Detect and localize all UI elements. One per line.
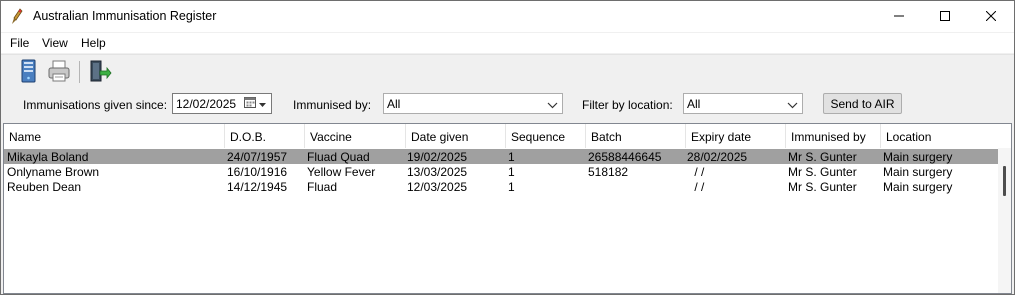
table-header: Name D.O.B. Vaccine Date given Sequence … — [4, 124, 1011, 148]
col-header-sequence[interactable]: Sequence — [506, 124, 586, 148]
immunisations-table: Name D.O.B. Vaccine Date given Sequence … — [3, 123, 1012, 294]
immunised-by-select[interactable]: All — [383, 93, 563, 114]
col-header-dob[interactable]: D.O.B. — [225, 124, 305, 148]
cell-location: Main surgery — [883, 150, 953, 164]
table-row[interactable]: Onlyname Brown 16/10/1916 Yellow Fever 1… — [4, 164, 998, 179]
close-button[interactable] — [968, 1, 1014, 32]
col-header-immunised-by[interactable]: Immunised by — [786, 124, 881, 148]
cell-location: Main surgery — [883, 165, 953, 179]
maximize-button[interactable] — [922, 1, 968, 32]
cell-date-given: 12/03/2025 — [407, 180, 468, 194]
location-value: All — [687, 97, 701, 111]
toolbar-separator — [79, 61, 80, 83]
cell-immunised-by: Mr S. Gunter — [788, 180, 857, 194]
cell-location: Main surgery — [883, 180, 953, 194]
since-date-picker[interactable]: 12/02/2025 — [172, 93, 272, 114]
title-bar[interactable]: Australian Immunisation Register — [1, 1, 1014, 32]
immunised-by-label: Immunised by: — [293, 98, 372, 112]
cell-sequence: 1 — [508, 165, 515, 179]
location-label: Filter by location: — [582, 98, 673, 112]
since-label: Immunisations given since: — [23, 98, 168, 112]
cell-batch: 518182 — [588, 165, 629, 179]
menu-file[interactable]: File — [10, 36, 29, 50]
exit-button[interactable] — [87, 59, 113, 85]
cell-name: Onlyname Brown — [7, 165, 100, 179]
exit-door-icon — [88, 59, 112, 86]
maximize-icon — [940, 10, 950, 24]
syringe-icon — [11, 8, 25, 26]
toolbar — [1, 54, 1014, 90]
col-header-batch[interactable]: Batch — [586, 124, 686, 148]
cell-expiry-date: / / — [691, 180, 705, 194]
cell-name: Reuben Dean — [7, 180, 82, 194]
immunised-by-value: All — [387, 97, 401, 111]
location-select[interactable]: All — [683, 93, 803, 114]
minimize-icon — [894, 10, 904, 24]
cell-vaccine: Fluad Quad — [307, 150, 370, 164]
cell-name: Mikayla Boland — [7, 150, 89, 164]
printer-icon — [47, 59, 71, 86]
app-window: Australian Immunisation Register File Vi… — [0, 0, 1015, 295]
cell-vaccine: Yellow Fever — [307, 165, 376, 179]
server-button[interactable] — [15, 59, 41, 85]
close-icon — [985, 10, 997, 24]
menu-bar: File View Help — [1, 33, 1014, 53]
minimize-button[interactable] — [876, 1, 922, 32]
table-row[interactable]: Mikayla Boland 24/07/1957 Fluad Quad 19/… — [4, 149, 998, 164]
cell-dob: 14/12/1945 — [227, 180, 288, 194]
vertical-scrollbar[interactable] — [998, 148, 1011, 293]
col-header-vaccine[interactable]: Vaccine — [305, 124, 406, 148]
cell-sequence: 1 — [508, 180, 515, 194]
col-header-location[interactable]: Location — [881, 124, 998, 148]
cell-batch: 26588446645 — [588, 150, 662, 164]
calendar-dropdown-button[interactable] — [244, 96, 268, 111]
cell-expiry-date: 28/02/2025 — [687, 150, 748, 164]
print-button[interactable] — [46, 59, 72, 85]
col-header-date-given[interactable]: Date given — [406, 124, 506, 148]
col-header-expiry-date[interactable]: Expiry date — [686, 124, 786, 148]
server-icon — [17, 59, 39, 86]
table-row[interactable]: Reuben Dean 14/12/1945 Fluad 12/03/2025 … — [4, 179, 998, 194]
cell-dob: 24/07/1957 — [227, 150, 288, 164]
cell-dob: 16/10/1916 — [227, 165, 288, 179]
chevron-down-icon — [547, 99, 558, 109]
since-date-value: 12/02/2025 — [176, 97, 237, 111]
scrollbar-thumb[interactable] — [1003, 166, 1006, 196]
cell-sequence: 1 — [508, 150, 515, 164]
cell-date-given: 19/02/2025 — [407, 150, 468, 164]
cell-vaccine: Fluad — [307, 180, 338, 194]
window-title: Australian Immunisation Register — [33, 9, 217, 23]
chevron-down-icon — [787, 99, 798, 109]
filter-bar: Immunisations given since: 12/02/2025 Im… — [1, 90, 1014, 122]
chevron-down-icon — [259, 97, 266, 111]
cell-expiry-date: / / — [691, 165, 705, 179]
menu-view[interactable]: View — [42, 36, 68, 50]
send-to-air-button[interactable]: Send to AIR — [823, 93, 902, 114]
cell-immunised-by: Mr S. Gunter — [788, 150, 857, 164]
calendar-icon — [244, 96, 257, 112]
col-header-name[interactable]: Name — [4, 124, 225, 148]
cell-immunised-by: Mr S. Gunter — [788, 165, 857, 179]
cell-date-given: 13/03/2025 — [407, 165, 468, 179]
menu-help[interactable]: Help — [81, 36, 106, 50]
